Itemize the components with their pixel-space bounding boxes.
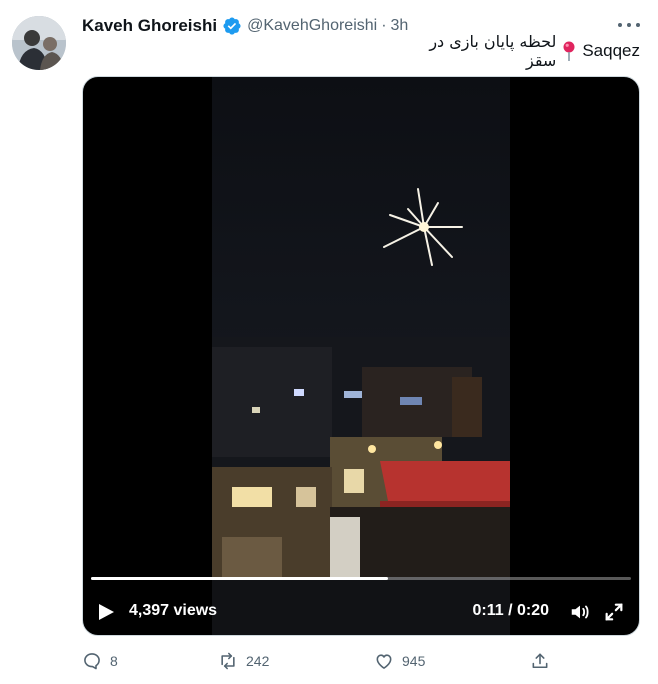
video-player[interactable]: 4,397 views 0:11 / 0:20 — [82, 76, 640, 636]
heart-icon — [376, 654, 392, 669]
volume-icon[interactable] — [569, 601, 591, 623]
play-icon[interactable] — [97, 603, 115, 621]
video-controls: 4,397 views 0:11 / 0:20 — [83, 595, 639, 629]
retweet-icon — [221, 652, 235, 670]
share-icon — [532, 653, 548, 669]
like-count: 945 — [402, 653, 426, 669]
avatar-image — [12, 16, 66, 70]
video-timecode: 0:11 / 0:20 — [472, 602, 550, 619]
fullscreen-icon[interactable] — [603, 601, 625, 623]
retweet-count: 242 — [246, 653, 270, 669]
video-progress-bar[interactable] — [91, 577, 631, 580]
more-options-icon[interactable] — [618, 16, 640, 34]
round-pushpin-icon — [562, 41, 576, 61]
reply-icon — [84, 653, 100, 670]
verified-badge-icon — [222, 16, 242, 36]
reply-count: 8 — [110, 653, 118, 669]
tweet-text-latin: Saqqez — [582, 41, 640, 60]
reply-button[interactable]: 8 — [82, 648, 118, 674]
tweet-text: لحظه پایان بازی در سقز Saqqez — [400, 32, 640, 70]
like-button[interactable]: 945 — [374, 648, 425, 674]
author-handle[interactable]: @KavehGhoreishi — [247, 17, 377, 35]
avatar[interactable] — [12, 16, 66, 70]
tweet-actions: 8 242 945 — [82, 648, 558, 674]
share-button[interactable] — [530, 648, 550, 674]
author-display-name[interactable]: Kaveh Ghoreishi — [82, 16, 217, 36]
retweet-button[interactable]: 242 — [218, 648, 269, 674]
video-frame — [212, 77, 510, 635]
tweet-card[interactable]: Kaveh Ghoreishi @KavehGhoreishi · 3h لحظ… — [0, 0, 658, 684]
video-progress-fill — [91, 577, 388, 580]
tweet-text-persian: لحظه پایان بازی در سقز — [429, 32, 557, 70]
separator-dot: · — [381, 17, 387, 34]
video-view-count: 4,397 views — [129, 602, 218, 619]
